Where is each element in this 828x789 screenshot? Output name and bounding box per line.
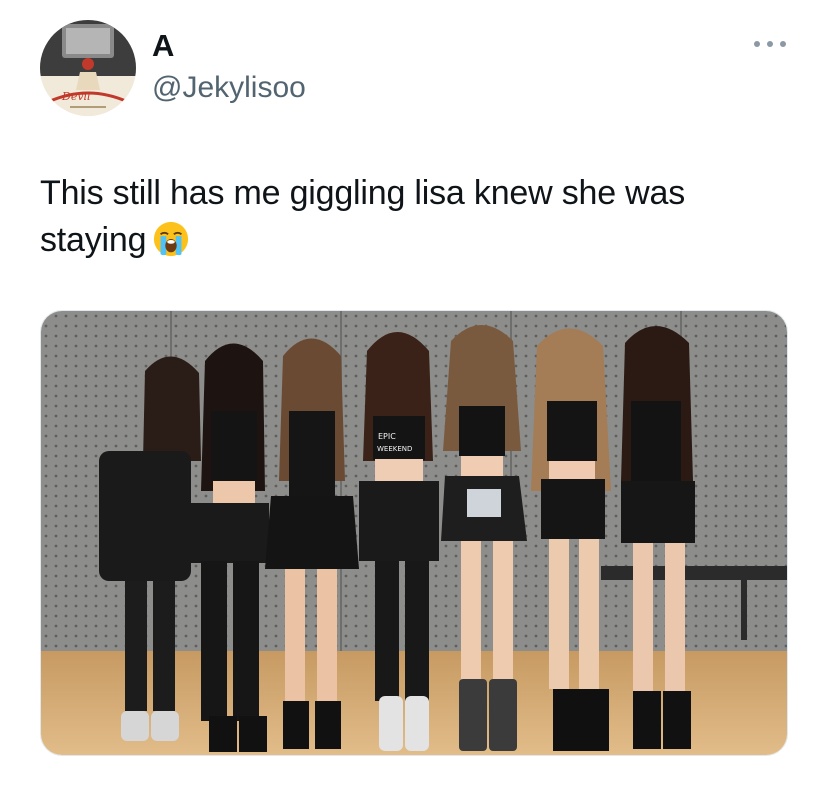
tweet-text: This still has me giggling lisa knew she… — [40, 170, 800, 264]
loudly-crying-face-emoji-icon — [154, 221, 189, 257]
user-handle[interactable]: @Jekylisoo — [152, 70, 306, 106]
svg-text:WEEKEND: WEEKEND — [377, 445, 412, 453]
group-photo-icon: EPIC WEEKEND — [41, 311, 787, 755]
avatar[interactable]: Devil — [40, 20, 136, 116]
more-options-icon[interactable] — [750, 34, 790, 54]
tweet-text-line-2: staying — [40, 221, 147, 259]
display-name[interactable]: A — [152, 28, 174, 64]
dot — [767, 41, 773, 47]
tweet-card: Devil A @Jekylisoo This still has me gig… — [0, 0, 828, 789]
tweet-text-line-1: This still has me giggling lisa knew she… — [40, 174, 686, 212]
svg-text:Devil: Devil — [61, 90, 91, 103]
dot — [754, 41, 760, 47]
dot — [780, 41, 786, 47]
tweet-photo[interactable]: EPIC WEEKEND — [40, 310, 788, 756]
svg-text:EPIC: EPIC — [378, 432, 396, 441]
profile-photo-icon: Devil — [40, 20, 136, 116]
